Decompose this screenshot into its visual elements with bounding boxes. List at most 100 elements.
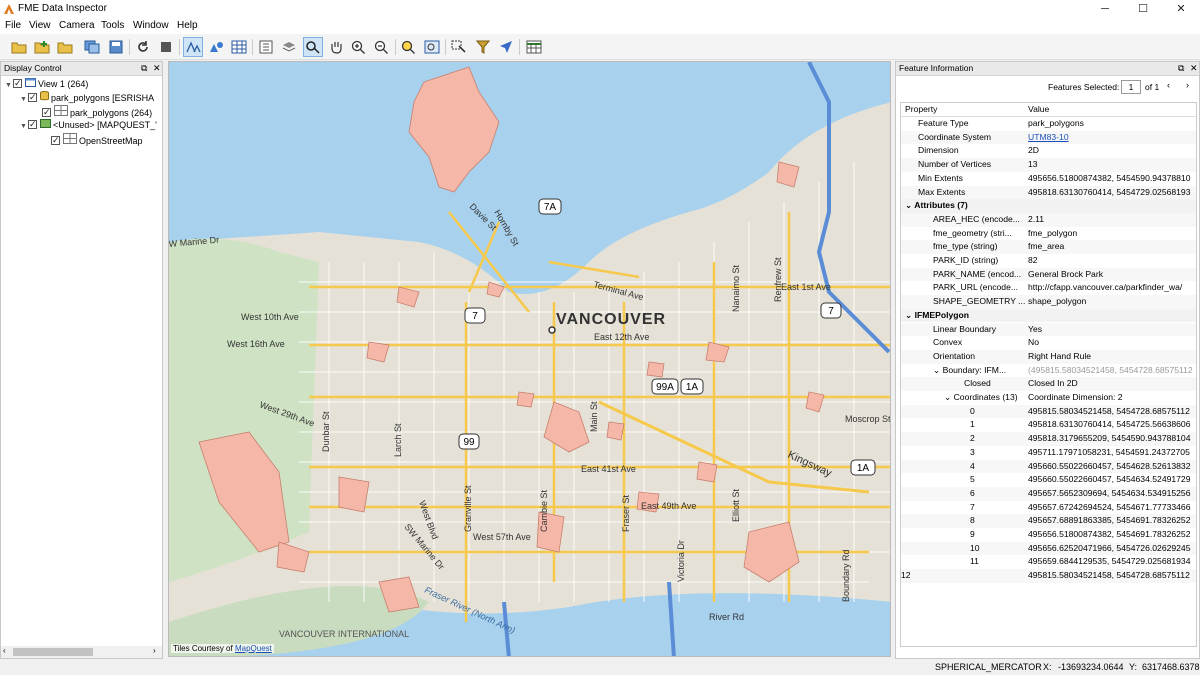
checkbox[interactable]	[28, 91, 37, 104]
select-icon[interactable]	[303, 37, 323, 57]
property-row[interactable]: PARK_NAME (encod... General Brock Park	[901, 267, 1196, 282]
tree-dataset-node[interactable]: ▼ park_polygons [ESRISHA	[20, 91, 154, 104]
property-row[interactable]: 9 495656.51800874382, 5454691.78326252	[901, 528, 1196, 542]
property-row[interactable]: Linear Boundary Yes	[901, 322, 1196, 337]
save-view-icon[interactable]	[106, 37, 126, 57]
property-row[interactable]: 2 495818.3179655209, 5454590.943788104	[901, 432, 1196, 446]
mapquest-link[interactable]: MapQuest	[235, 644, 272, 653]
property-row[interactable]: 11 495659.6844129535, 5454729.025681934	[901, 555, 1196, 569]
property-row[interactable]: 1 495818.63130760414, 5454725.56638606	[901, 418, 1196, 432]
property-row[interactable]: Max Extents 495818.63130760414, 5454729.0…	[901, 185, 1196, 200]
checkbox[interactable]	[51, 134, 60, 147]
property-row[interactable]: 5 495660.55022660457, 5454634.52491729	[901, 473, 1196, 487]
float-panel-icon[interactable]: ⧉	[141, 62, 147, 75]
property-row[interactable]: ⌄ Boundary: IFM... (495815.58034521458, 5…	[901, 364, 1196, 378]
tree-feature-type-node[interactable]: park_polygons (264)	[42, 105, 152, 119]
property-row[interactable]: Convex No	[901, 336, 1196, 350]
collapse-arrow-icon[interactable]: ⌄	[905, 310, 915, 320]
refresh-icon[interactable]	[133, 37, 153, 57]
table-view-icon[interactable]	[229, 37, 249, 57]
property-name: 10	[970, 542, 980, 553]
minimize-button[interactable]: ─	[1086, 0, 1124, 18]
open-dataset-icon[interactable]	[9, 37, 29, 57]
close-panel-icon[interactable]: ✕	[153, 62, 161, 75]
value-column-header[interactable]: Value	[1028, 103, 1196, 117]
float-panel-icon[interactable]: ⧉	[1178, 62, 1184, 75]
property-row[interactable]: 4 495660.55022660457, 5454628.52613832	[901, 459, 1196, 474]
property-row[interactable]: 12 495815.58034521458, 5454728.68575112	[901, 569, 1196, 583]
tree-osm-node[interactable]: OpenStreetMap	[51, 133, 143, 147]
horizontal-scrollbar[interactable]: ‹ ›	[1, 646, 162, 658]
property-row[interactable]: ⌄ Coordinates (13) Coordinate Dimension: …	[901, 391, 1196, 405]
checkbox[interactable]	[13, 77, 22, 90]
property-row[interactable]: Orientation Right Hand Rule	[901, 349, 1196, 364]
scrollbar-thumb[interactable]	[13, 648, 93, 656]
property-row[interactable]: AREA_HEC (encode... 2.11	[901, 212, 1196, 227]
property-row[interactable]: 0 495815.58034521458, 5454728.68575112	[901, 404, 1196, 419]
navigate-icon[interactable]	[496, 37, 516, 57]
zoom-out-icon[interactable]	[372, 37, 392, 57]
scroll-left-icon[interactable]: ‹	[3, 646, 6, 655]
3d-view-icon[interactable]	[206, 37, 226, 57]
menu-window[interactable]: Window	[133, 20, 169, 31]
stop-icon[interactable]	[156, 37, 176, 57]
property-row[interactable]: 3 495711.17971058231, 5454591.24372705	[901, 446, 1196, 460]
2d-view-icon[interactable]	[183, 37, 203, 57]
map-view[interactable]: 7A 7 7 99A 1A 99 1A VANCOUVER West 10th …	[168, 61, 891, 657]
property-row[interactable]: fme_type (string) fme_area	[901, 240, 1196, 254]
property-row[interactable]: 6 495657.5652309694, 5454634.534915256	[901, 486, 1196, 501]
folder-icon[interactable]	[55, 37, 75, 57]
collapse-arrow-icon[interactable]: ⌄	[933, 365, 943, 375]
property-row[interactable]: 7 495657.67242694524, 5454671.77733466	[901, 501, 1196, 515]
layers-icon[interactable]	[279, 37, 299, 57]
property-row[interactable]: PARK_ID (string) 82	[901, 254, 1196, 268]
close-panel-icon[interactable]: ✕	[1190, 62, 1198, 75]
menu-tools[interactable]: Tools	[101, 20, 124, 31]
pan-hand-icon[interactable]	[326, 37, 346, 57]
menu-help[interactable]: Help	[177, 20, 198, 31]
menu-view[interactable]: View	[29, 20, 51, 31]
maximize-button[interactable]: ☐	[1124, 0, 1162, 18]
background-map-icon[interactable]	[524, 37, 544, 57]
collapse-arrow-icon[interactable]: ⌄	[905, 200, 914, 210]
tree-basemap-node[interactable]: ▼ <Unused> [MAPQUEST_'	[20, 118, 157, 133]
close-button[interactable]: ✕	[1162, 0, 1200, 18]
previous-feature-button[interactable]: ‹	[1167, 80, 1170, 90]
next-feature-button[interactable]: ›	[1186, 80, 1189, 90]
map-canvas[interactable]: 7A 7 7 99A 1A 99 1A VANCOUVER West 10th …	[169, 62, 891, 657]
property-row[interactable]: fme_geometry (stri... fme_polygon	[901, 227, 1196, 241]
property-row[interactable]: Number of Vertices 13	[901, 158, 1196, 172]
feature-index-input[interactable]: 1	[1121, 80, 1141, 94]
add-dataset-icon[interactable]	[32, 37, 52, 57]
expand-arrow-icon[interactable]: ▼	[20, 120, 28, 133]
property-row[interactable]: Feature Type park_polygons	[901, 117, 1196, 131]
property-column-header[interactable]: Property	[905, 103, 1013, 117]
menu-camera[interactable]: Camera	[59, 20, 95, 31]
feature-info-icon[interactable]	[256, 37, 276, 57]
filter-icon[interactable]	[473, 37, 493, 57]
property-row[interactable]: 8 495657.68891863385, 5454691.78326252	[901, 514, 1196, 528]
menu-file[interactable]: File	[5, 20, 21, 31]
expand-arrow-icon[interactable]: ▼	[20, 93, 28, 106]
property-row[interactable]: 10 495656.62520471966, 5454726.02629245	[901, 541, 1196, 556]
checkbox[interactable]	[28, 118, 37, 131]
collapse-arrow-icon[interactable]: ⌄	[944, 392, 954, 402]
checkbox[interactable]	[42, 106, 51, 119]
property-row[interactable]: Dimension 2D	[901, 144, 1196, 158]
property-group-row[interactable]: ⌄ IFMEPolygon	[901, 308, 1196, 323]
copy-view-icon[interactable]	[82, 37, 102, 57]
zoom-to-icon[interactable]	[399, 37, 419, 57]
expand-arrow-icon[interactable]: ▼	[5, 79, 13, 92]
zoom-in-icon[interactable]	[349, 37, 369, 57]
property-row[interactable]: SHAPE_GEOMETRY ... shape_polygon	[901, 295, 1196, 309]
coordinate-system-link[interactable]: UTM83-10	[1028, 131, 1196, 145]
property-row[interactable]: Coordinate System UTM83-10	[901, 130, 1196, 145]
property-row[interactable]: Closed Closed In 2D	[901, 377, 1196, 391]
select-features-icon[interactable]	[449, 37, 469, 57]
property-row[interactable]: Min Extents 495656.51800874382, 5454590.9…	[901, 172, 1196, 186]
property-group-row[interactable]: ⌄ Attributes (7)	[901, 199, 1196, 213]
tree-view-node[interactable]: ▼ View 1 (264)	[5, 77, 88, 92]
zoom-extents-icon[interactable]	[422, 37, 442, 57]
scroll-right-icon[interactable]: ›	[153, 646, 156, 655]
property-row[interactable]: PARK_URL (encode... http://cfapp.vancouve…	[901, 281, 1196, 295]
